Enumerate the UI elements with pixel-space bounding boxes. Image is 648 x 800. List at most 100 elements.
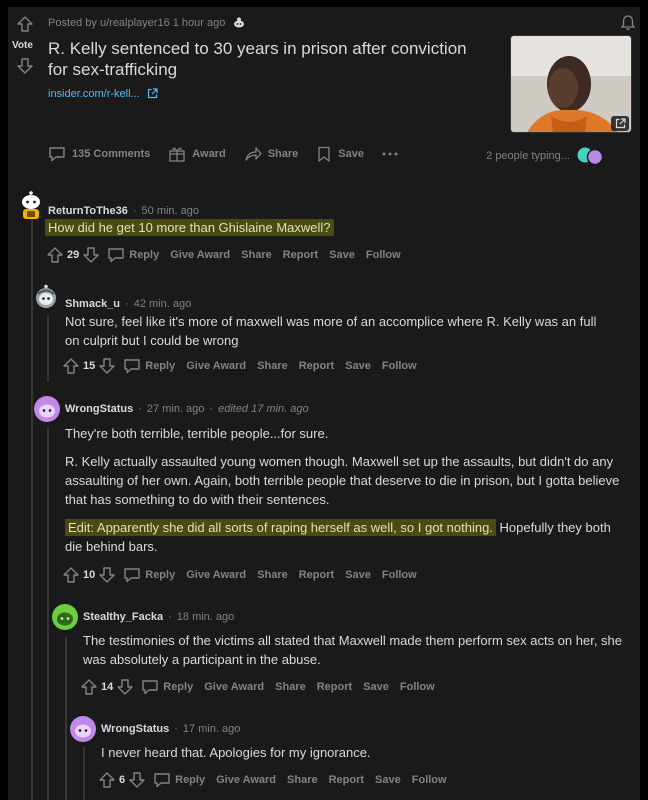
comment-time[interactable]: 42 min. ago [134, 298, 191, 310]
comment-username[interactable]: Stealthy_Facka [83, 611, 163, 623]
post-link-text[interactable]: insider.com/r-kell... [48, 88, 140, 100]
save-button[interactable]: Save [345, 569, 371, 581]
save-label: Save [338, 148, 364, 160]
award-button[interactable]: Award [168, 146, 226, 162]
comment-actions: 15 Reply Give Award Share Report Save Fo… [63, 358, 428, 374]
notification-bell-icon[interactable] [620, 14, 636, 31]
post-title[interactable]: R. Kelly sentenced to 30 years in prison… [48, 38, 488, 80]
thread-line[interactable] [65, 637, 67, 800]
downvote-icon[interactable] [99, 358, 115, 374]
upvote-icon[interactable] [63, 567, 79, 583]
thread-line[interactable] [47, 315, 49, 382]
downvote-icon[interactable] [83, 247, 99, 263]
upvote-icon[interactable] [47, 247, 63, 263]
share-button[interactable]: Share [275, 681, 306, 693]
give-award-button[interactable]: Give Award [216, 774, 276, 786]
dot-separator: · [132, 205, 137, 217]
comment-username[interactable]: WrongStatus [65, 403, 133, 415]
reply-button[interactable]: Reply [145, 360, 175, 372]
reply-icon [124, 568, 140, 583]
share-button[interactable]: Share [257, 569, 288, 581]
save-button[interactable]: Save [345, 360, 371, 372]
follow-button[interactable]: Follow [382, 569, 417, 581]
follow-button[interactable]: Follow [412, 774, 447, 786]
follow-button[interactable]: Follow [366, 249, 401, 261]
downvote-icon[interactable] [117, 679, 133, 695]
dot-separator: · [174, 723, 178, 735]
comment-time[interactable]: 50 min. ago [142, 205, 199, 217]
post-author-time[interactable]: Posted by u/realplayer16 1 hour ago [48, 17, 225, 29]
thread-line[interactable] [83, 747, 85, 800]
dot-separator: · [125, 298, 129, 310]
comment-username[interactable]: ReturnToThe36 [48, 205, 128, 217]
give-award-button[interactable]: Give Award [170, 249, 230, 261]
follow-button[interactable]: Follow [382, 360, 417, 372]
share-button[interactable]: Share [241, 249, 272, 261]
give-award-button[interactable]: Give Award [186, 360, 246, 372]
comment-time[interactable]: 17 min. ago [183, 723, 240, 735]
gift-icon [169, 147, 185, 162]
more-options-button[interactable] [382, 151, 398, 157]
downvote-icon[interactable] [129, 772, 145, 788]
report-button[interactable]: Report [299, 360, 334, 372]
report-button[interactable]: Report [283, 249, 318, 261]
reply-button[interactable]: Reply [129, 249, 159, 261]
post-link[interactable]: insider.com/r-kell... [48, 88, 158, 100]
user-avatar[interactable] [34, 396, 60, 422]
downvote-icon[interactable] [99, 567, 115, 583]
report-button[interactable]: Report [317, 681, 352, 693]
share-icon [245, 147, 262, 161]
user-avatar[interactable] [18, 190, 44, 220]
comment-username[interactable]: WrongStatus [101, 723, 169, 735]
post-thumbnail[interactable] [510, 35, 632, 133]
user-avatar[interactable] [52, 604, 78, 630]
comment-actions: 29 Reply Give Award Share Report Save Fo… [47, 247, 412, 263]
reply-button[interactable]: Reply [163, 681, 193, 693]
vote-count: 14 [101, 681, 114, 693]
open-link-icon[interactable] [615, 118, 626, 129]
reply-icon [124, 359, 140, 374]
dot-separator: · [138, 403, 142, 415]
thumbnail-image [511, 36, 631, 132]
give-award-button[interactable]: Give Award [186, 569, 246, 581]
more-icon [382, 152, 398, 156]
thread-line[interactable] [31, 219, 33, 800]
thread-line[interactable] [47, 427, 49, 800]
comment-time[interactable]: 27 min. ago [147, 403, 204, 415]
save-button[interactable]: Save [329, 249, 355, 261]
upvote-icon[interactable] [63, 358, 79, 374]
follow-button[interactable]: Follow [400, 681, 435, 693]
comment-paragraph: Edit: Apparently she did all sorts of ra… [65, 518, 620, 556]
save-button[interactable]: Save [363, 681, 389, 693]
report-button[interactable]: Report [329, 774, 364, 786]
post-meta: Posted by u/realplayer16 1 hour ago [48, 16, 246, 29]
reply-button[interactable]: Reply [145, 569, 175, 581]
reply-button[interactable]: Reply [175, 774, 205, 786]
report-button[interactable]: Report [299, 569, 334, 581]
comment-actions: 10 Reply Give Award Share Report Save Fo… [63, 567, 428, 583]
highlighted-text: How did he get 10 more than Ghislaine Ma… [45, 219, 334, 236]
comment-username[interactable]: Shmack_u [65, 298, 120, 310]
user-avatar[interactable] [70, 716, 96, 742]
upvote-icon[interactable] [17, 16, 33, 32]
share-label: Share [267, 148, 299, 160]
comment-header: Stealthy_Facka · 18 min. ago [83, 611, 234, 623]
comment-body: The testimonies of the victims all state… [83, 633, 623, 667]
upvote-icon[interactable] [81, 679, 97, 695]
comment-header: WrongStatus · 17 min. ago [101, 723, 240, 735]
dot-separator: · [209, 403, 214, 415]
upvote-icon[interactable] [99, 772, 115, 788]
comment-paragraph: They're both terrible, terrible people..… [65, 426, 329, 441]
share-button[interactable]: Share [244, 146, 299, 162]
share-button[interactable]: Share [257, 360, 288, 372]
share-button[interactable]: Share [287, 774, 318, 786]
downvote-icon[interactable] [17, 58, 33, 74]
comment-time[interactable]: 18 min. ago [177, 611, 234, 623]
award-badge-icon [234, 17, 245, 28]
save-button[interactable]: Save [316, 146, 364, 162]
user-avatar[interactable] [35, 284, 57, 312]
comment-actions: 14 Reply Give Award Share Report Save Fo… [81, 679, 446, 695]
comments-button[interactable]: 135 Comments [48, 146, 150, 162]
give-award-button[interactable]: Give Award [204, 681, 264, 693]
save-button[interactable]: Save [375, 774, 401, 786]
